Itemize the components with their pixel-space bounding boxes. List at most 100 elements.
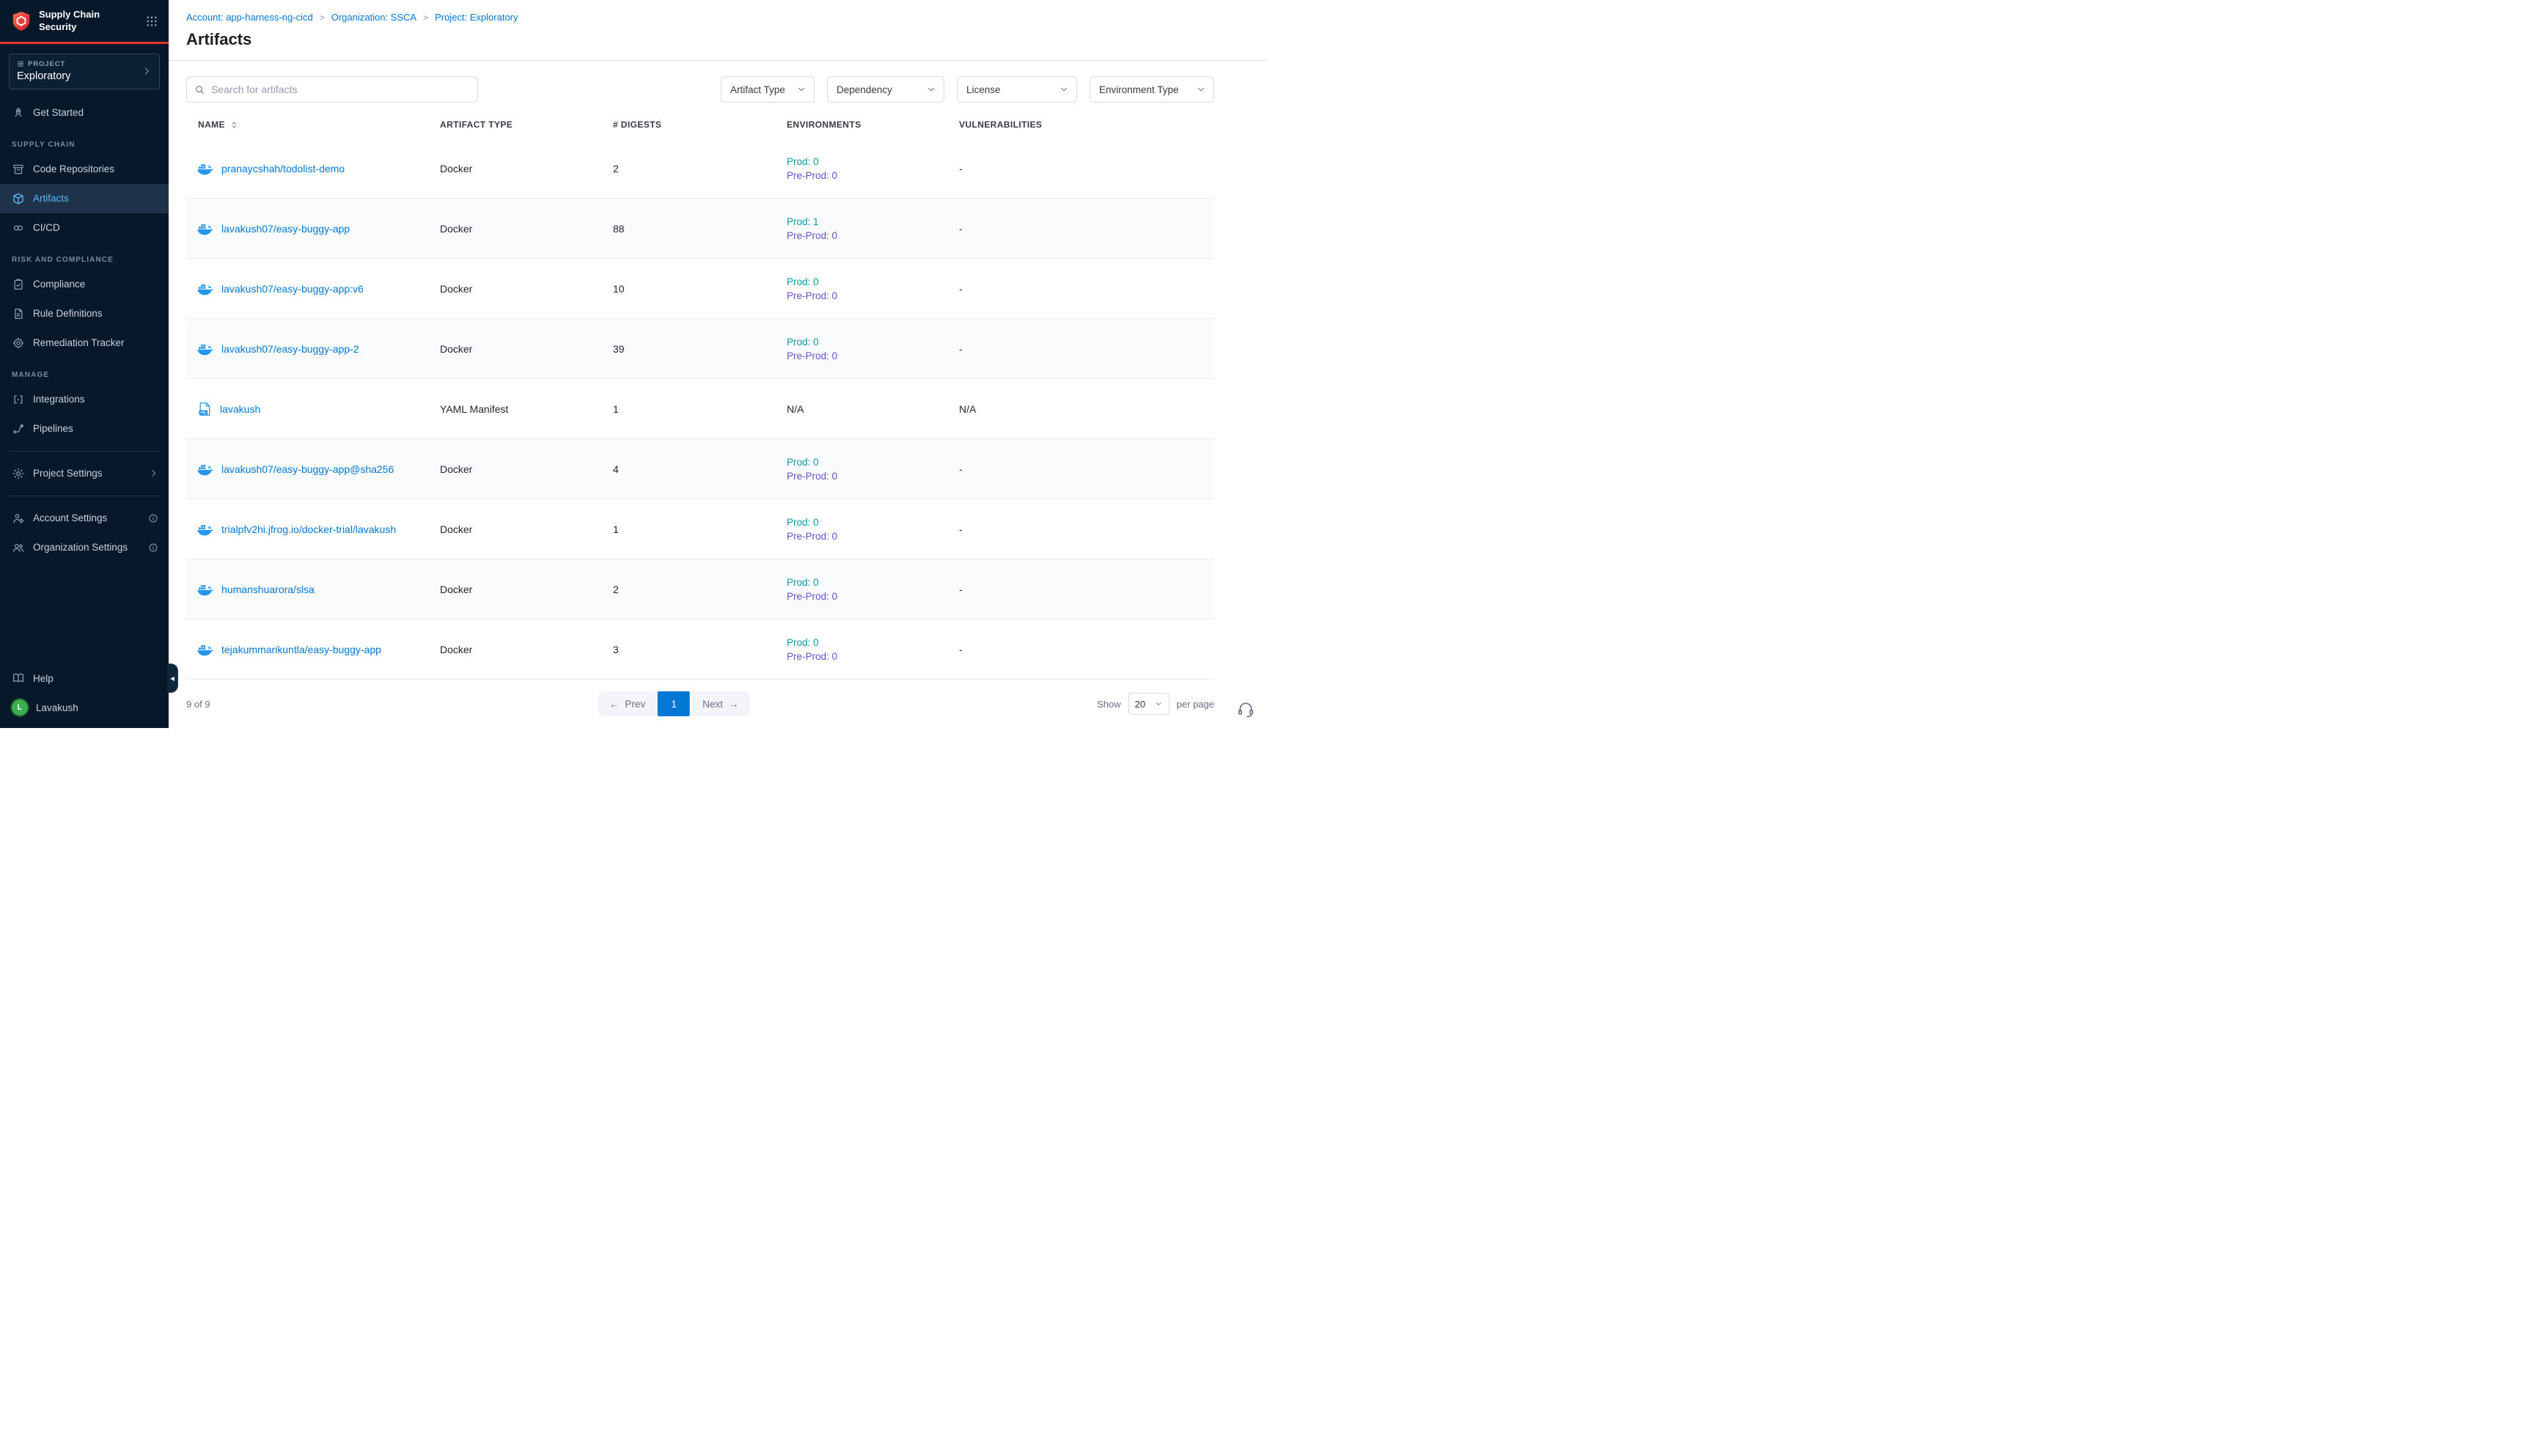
sort-icon[interactable] xyxy=(229,120,239,130)
sidebar-item-help[interactable]: Help xyxy=(0,663,169,693)
svg-text:YML: YML xyxy=(200,411,207,414)
artifact-type-cell: Docker xyxy=(440,283,613,295)
prod-env-link[interactable]: Prod: 0 xyxy=(787,517,959,528)
project-name: Exploratory xyxy=(17,70,142,82)
user-menu[interactable]: L Lavakush xyxy=(0,693,169,722)
artifact-name-link[interactable]: pranaycshah/todolist-demo xyxy=(221,163,345,174)
module-switcher-icon[interactable] xyxy=(145,15,158,28)
breadcrumb-organization-link[interactable]: Organization: SSCA xyxy=(331,12,416,23)
table-row[interactable]: lavakush07/easy-buggy-app:v6 Docker 10 P… xyxy=(186,259,1214,319)
prod-env-link[interactable]: Prod: 0 xyxy=(787,637,959,648)
breadcrumb-project-link[interactable]: Project: Exploratory xyxy=(435,12,518,23)
artifact-name-link[interactable]: lavakush xyxy=(220,403,260,415)
prod-env-link[interactable]: Prod: 1 xyxy=(787,216,959,227)
pager: ← Prev 1 Next → xyxy=(598,691,750,716)
dependency-filter[interactable]: Dependency xyxy=(827,76,944,103)
current-page-button[interactable]: 1 xyxy=(658,691,690,716)
sidebar-item-account-settings[interactable]: Account Settings xyxy=(0,504,169,533)
preprod-env-link[interactable]: Pre-Prod: 0 xyxy=(787,531,959,542)
preprod-env-link[interactable]: Pre-Prod: 0 xyxy=(787,651,959,662)
brand-header: Supply Chain Security xyxy=(0,0,169,44)
table-row[interactable]: humanshuarora/slsa Docker 2 Prod: 0 Pre-… xyxy=(186,559,1214,619)
preprod-env-link[interactable]: Pre-Prod: 0 xyxy=(787,230,959,241)
next-page-button[interactable]: Next → xyxy=(691,691,749,716)
search-icon xyxy=(194,84,205,95)
artifact-name-link[interactable]: trialpfv2hi.jfrog.io/docker-trial/lavaku… xyxy=(221,523,396,535)
nav-section-manage: MANAGE xyxy=(0,358,169,385)
digests-cell: 10 xyxy=(613,283,787,295)
license-filter[interactable]: License xyxy=(957,76,1077,103)
sidebar-item-code-repositories[interactable]: Code Repositories xyxy=(0,155,169,184)
vulnerabilities-cell: - xyxy=(959,163,1214,174)
environment-type-filter[interactable]: Environment Type xyxy=(1090,76,1214,103)
search-input[interactable] xyxy=(211,84,470,95)
table-row[interactable]: pranaycshah/todolist-demo Docker 2 Prod:… xyxy=(186,139,1214,199)
environments-cell: Prod: 0 Pre-Prod: 0 xyxy=(787,637,959,662)
prod-env-link[interactable]: Prod: 0 xyxy=(787,337,959,348)
column-header-artifact-type: ARTIFACT TYPE xyxy=(440,120,613,130)
rocket-icon xyxy=(12,106,25,120)
artifact-name-link[interactable]: lavakush07/easy-buggy-app:v6 xyxy=(221,283,364,295)
prod-env-link[interactable]: Prod: 0 xyxy=(787,457,959,468)
breadcrumb-separator: > xyxy=(320,12,325,23)
sidebar-item-pipelines[interactable]: Pipelines xyxy=(0,414,169,444)
artifact-name-link[interactable]: lavakush07/easy-buggy-app xyxy=(221,223,350,235)
sidebar-collapse-handle[interactable]: ◀ xyxy=(167,663,178,693)
table-row[interactable]: trialpfv2hi.jfrog.io/docker-trial/lavaku… xyxy=(186,499,1214,559)
sidebar-item-integrations[interactable]: Integrations xyxy=(0,385,169,414)
prev-page-button[interactable]: ← Prev xyxy=(598,691,656,716)
artifact-name-link[interactable]: tejakummarikuntla/easy-buggy-app xyxy=(221,644,381,655)
table-row[interactable]: lavakush07/easy-buggy-app-2 Docker 39 Pr… xyxy=(186,319,1214,379)
preprod-env-link[interactable]: Pre-Prod: 0 xyxy=(787,471,959,482)
page-size-select[interactable]: 20 xyxy=(1128,693,1169,715)
nav-section-supply-chain: SUPPLY CHAIN xyxy=(0,128,169,155)
table-row[interactable]: lavakush07/easy-buggy-app@sha256 Docker … xyxy=(186,439,1214,499)
preprod-env-link[interactable]: Pre-Prod: 0 xyxy=(787,290,959,301)
sidebar-item-cicd[interactable]: CI/CD xyxy=(0,213,169,243)
resource-center-button[interactable] xyxy=(1236,700,1255,719)
sidebar-item-compliance[interactable]: Compliance xyxy=(0,270,169,299)
vulnerabilities-cell: - xyxy=(959,584,1214,595)
chevron-down-icon xyxy=(926,84,936,95)
sidebar-item-get-started[interactable]: Get Started xyxy=(0,98,169,128)
artifact-name-link[interactable]: humanshuarora/slsa xyxy=(221,584,315,595)
table-body: pranaycshah/todolist-demo Docker 2 Prod:… xyxy=(186,139,1214,680)
sidebar-item-organization-settings[interactable]: Organization Settings xyxy=(0,533,169,562)
artifact-name-link[interactable]: lavakush07/easy-buggy-app@sha256 xyxy=(221,463,394,475)
page-header: Account: app-harness-ng-cicd > Organizat… xyxy=(169,0,1267,61)
breadcrumb-account-link[interactable]: Account: app-harness-ng-cicd xyxy=(186,12,313,23)
prod-env-link[interactable]: Prod: 0 xyxy=(787,276,959,287)
docker-icon xyxy=(197,643,213,656)
preprod-env-link[interactable]: Pre-Prod: 0 xyxy=(787,350,959,361)
digests-cell: 1 xyxy=(613,523,787,535)
sidebar-item-project-settings[interactable]: Project Settings xyxy=(0,459,169,488)
environments-cell: Prod: 0 Pre-Prod: 0 xyxy=(787,276,959,301)
project-selector[interactable]: PROJECT Exploratory xyxy=(9,54,160,89)
sidebar-item-remediation-tracker[interactable]: Remediation Tracker xyxy=(0,328,169,358)
docker-icon xyxy=(197,463,213,476)
table-row[interactable]: lavakush07/easy-buggy-app Docker 88 Prod… xyxy=(186,199,1214,259)
page-title: Artifacts xyxy=(186,30,1214,49)
artifact-type-filter[interactable]: Artifact Type xyxy=(721,76,815,103)
user-name: Lavakush xyxy=(36,702,78,713)
sidebar-item-rule-definitions[interactable]: Rule Definitions xyxy=(0,299,169,328)
vulnerabilities-cell: - xyxy=(959,283,1214,295)
prod-env-link[interactable]: Prod: 0 xyxy=(787,156,959,167)
vulnerabilities-cell: - xyxy=(959,523,1214,535)
docker-icon xyxy=(197,342,213,356)
breadcrumb: Account: app-harness-ng-cicd > Organizat… xyxy=(186,12,1214,23)
table-row[interactable]: YML lavakush YAML Manifest 1 N/A N/A xyxy=(186,379,1214,439)
prod-env-link[interactable]: Prod: 0 xyxy=(787,577,959,588)
brand-title: Supply Chain Security xyxy=(39,9,100,34)
resource-center-icon xyxy=(1236,700,1255,719)
gear-icon xyxy=(12,467,25,480)
table-row[interactable]: tejakummarikuntla/easy-buggy-app Docker … xyxy=(186,619,1214,680)
environments-cell: Prod: 0 Pre-Prod: 0 xyxy=(787,577,959,602)
vulnerabilities-cell: - xyxy=(959,644,1214,655)
chevron-down-icon xyxy=(796,84,807,95)
preprod-env-link[interactable]: Pre-Prod: 0 xyxy=(787,591,959,602)
artifact-name-link[interactable]: lavakush07/easy-buggy-app-2 xyxy=(221,343,359,355)
preprod-env-link[interactable]: Pre-Prod: 0 xyxy=(787,170,959,181)
yaml-file-icon: YML xyxy=(197,401,212,417)
sidebar-item-artifacts[interactable]: Artifacts xyxy=(0,184,169,213)
